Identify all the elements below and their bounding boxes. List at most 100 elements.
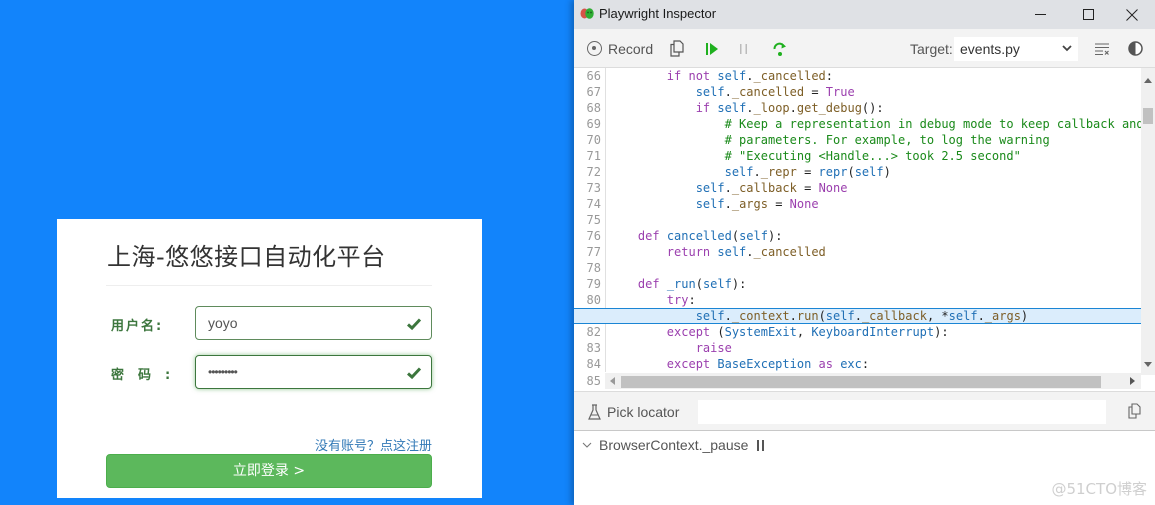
code-line: 82 except (SystemExit, KeyboardInterrupt… (574, 324, 1141, 340)
code-text: self._cancelled = True (695, 85, 855, 99)
scroll-down-arrow-icon[interactable] (1144, 362, 1152, 367)
line-number: 78 (586, 261, 601, 275)
gutter-divider (605, 68, 606, 84)
resume-button[interactable] (705, 29, 719, 68)
code-lines: 66 if not self._cancelled: 67 self._cance… (574, 68, 1144, 372)
gutter-divider (605, 228, 606, 244)
chevron-down-icon (582, 442, 592, 448)
close-button[interactable] (1109, 0, 1155, 29)
username-input[interactable] (196, 307, 431, 339)
pause-button[interactable] (739, 29, 749, 68)
title-bar: Playwright Inspector (574, 0, 1155, 29)
window-title: Playwright Inspector (599, 6, 717, 21)
gutter-divider (605, 324, 606, 340)
line-number: 76 (586, 229, 601, 243)
code-line: 68 if self._loop.get_debug(): (574, 100, 1141, 116)
username-field-wrapper (195, 306, 432, 340)
password-input[interactable] (196, 356, 431, 388)
horizontal-scroll-thumb[interactable] (621, 376, 1101, 388)
check-icon (407, 367, 422, 380)
pick-locator-button[interactable]: Pick locator (588, 392, 679, 432)
target-select[interactable]: events.py (954, 37, 1078, 61)
gutter-divider (605, 164, 606, 180)
code-line: 75 (574, 212, 1141, 228)
minimize-button[interactable] (1017, 0, 1063, 29)
paused-icon (756, 439, 764, 451)
password-field-wrapper (195, 355, 432, 389)
line-number: 82 (586, 325, 601, 339)
line-number: 70 (586, 133, 601, 147)
horizontal-scrollbar[interactable] (605, 373, 1141, 389)
call-log: BrowserContext._pause @51CTO博客 (574, 431, 1155, 505)
locator-input[interactable] (698, 400, 1106, 424)
theme-toggle-button[interactable] (1128, 29, 1143, 68)
line-number: 75 (586, 213, 601, 227)
gutter-divider (605, 276, 606, 292)
resume-icon (706, 42, 718, 55)
register-link[interactable]: 没有账号？点这注册 (315, 435, 432, 454)
line-number: 77 (586, 245, 601, 259)
record-button[interactable]: Record (587, 29, 653, 68)
step-over-icon (773, 42, 786, 56)
code-text: # Keep a representation in debug mode to… (724, 117, 1144, 131)
line-number: 69 (586, 117, 601, 131)
code-line: 69 # Keep a representation in debug mode… (574, 116, 1144, 132)
login-button[interactable]: 立即登录 > (106, 454, 432, 488)
code-text: def cancelled(self): (637, 229, 783, 243)
copy-locator-button[interactable] (1127, 403, 1142, 424)
line-number: 84 (586, 357, 601, 371)
clear-button[interactable] (1094, 29, 1110, 68)
gutter-divider (605, 132, 606, 148)
username-row: 用户名: (106, 306, 432, 340)
line-number: 79 (586, 277, 601, 291)
scroll-left-arrow-icon[interactable] (610, 377, 615, 385)
clear-icon (1095, 43, 1109, 55)
code-text: return self._cancelled (666, 245, 826, 259)
code-text: self._callback = None (695, 181, 848, 195)
scroll-up-arrow-icon[interactable] (1144, 78, 1152, 83)
call-log-item[interactable]: BrowserContext._pause (582, 437, 764, 453)
line-number: 83 (586, 341, 601, 355)
vertical-scroll-thumb[interactable] (1143, 108, 1153, 124)
step-over-button[interactable] (772, 29, 788, 68)
line-number: 74 (586, 197, 601, 211)
code-text: self._repr = repr(self) (724, 165, 891, 179)
gutter-divider (605, 196, 606, 212)
code-line: 79 def _run(self): (574, 276, 1141, 292)
line-number: 66 (586, 69, 601, 83)
code-line: 78 (574, 260, 1141, 276)
code-text: self._context.run(self._callback, *self.… (695, 309, 1029, 323)
code-line: 80 try: (574, 292, 1141, 308)
flask-icon (588, 404, 601, 420)
playwright-logo-icon (580, 8, 594, 19)
gutter-divider (605, 180, 606, 196)
source-code-viewer: 66 if not self._cancelled: 67 self._cance… (574, 68, 1155, 391)
line-number: 73 (586, 181, 601, 195)
line-number: 80 (586, 293, 601, 307)
code-line: 73 self._callback = None (574, 180, 1141, 196)
gutter-divider (605, 84, 606, 100)
chevron-down-icon (1062, 45, 1072, 52)
code-line: 77 return self._cancelled (574, 244, 1141, 260)
scroll-right-arrow-icon[interactable] (1130, 377, 1135, 385)
record-icon (587, 41, 602, 56)
toolbar: Record Target: events.py (574, 29, 1155, 68)
code-text: except (SystemExit, KeyboardInterrupt): (666, 325, 949, 339)
gutter-divider (605, 260, 606, 276)
code-line: 67 self._cancelled = True (574, 84, 1141, 100)
maximize-button[interactable] (1065, 0, 1111, 29)
code-text: def _run(self): (637, 277, 747, 291)
code-line: 84 except BaseException as exc: (574, 356, 1141, 372)
code-line-current: 81 self._context.run(self._callback, *se… (574, 308, 1141, 324)
line-number: 71 (586, 149, 601, 163)
code-text: try: (666, 293, 696, 307)
code-line: 74 self._args = None (574, 196, 1141, 212)
target-select-value: events.py (960, 41, 1020, 57)
check-icon (407, 318, 422, 331)
gutter-divider (605, 212, 606, 228)
page-title: 上海-悠悠接口自动化平台 (107, 243, 386, 271)
vertical-scrollbar[interactable] (1141, 68, 1155, 375)
copy-button[interactable] (669, 29, 685, 68)
code-text: # "Executing <Handle...> took 2.5 second… (724, 149, 1021, 163)
gutter-divider (605, 356, 606, 372)
